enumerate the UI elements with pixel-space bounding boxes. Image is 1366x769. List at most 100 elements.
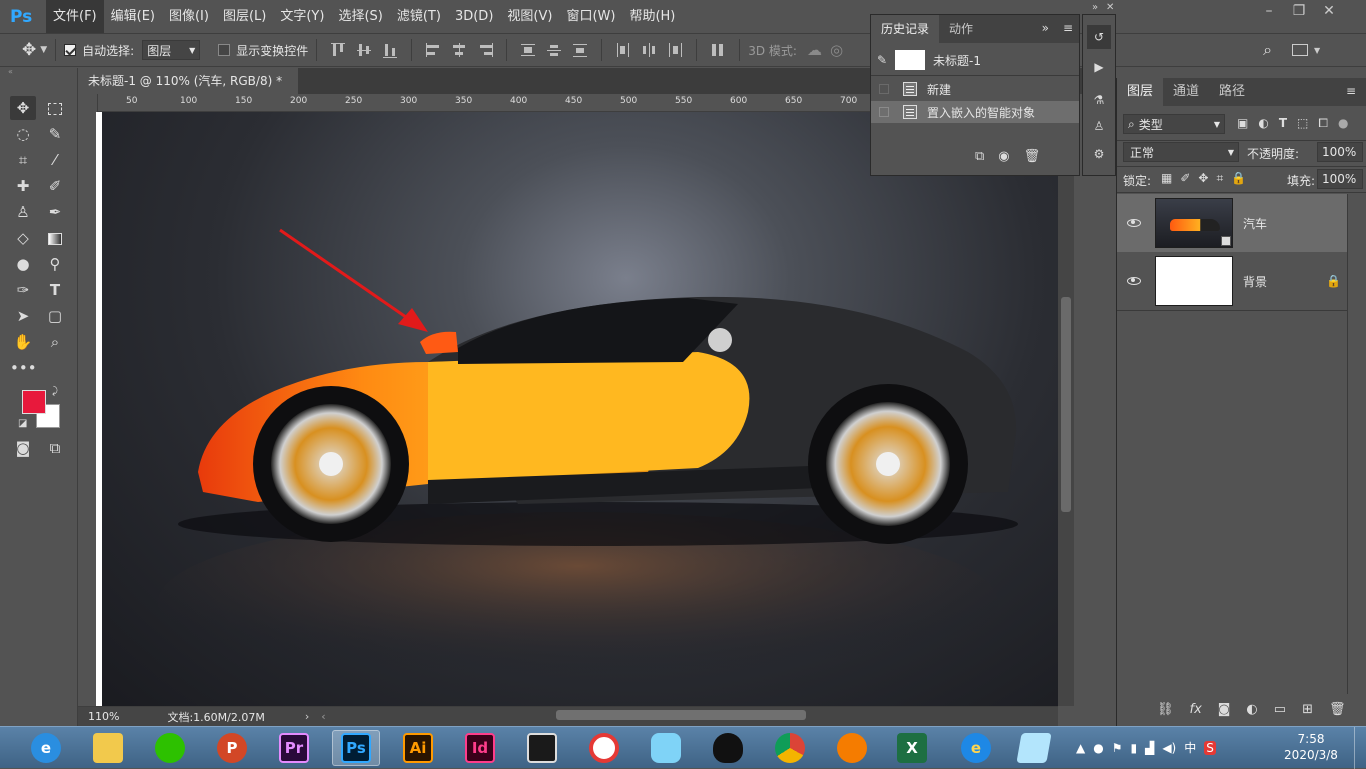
align-vcenter-icon[interactable] xyxy=(355,41,373,59)
show-transform-checkbox[interactable] xyxy=(218,44,231,56)
distribute-top-icon[interactable] xyxy=(519,41,537,59)
document-tab[interactable]: 未标题-1 @ 110% (汽车, RGB/8) * ✕ xyxy=(78,68,298,114)
scroll-left-icon[interactable]: ‹ xyxy=(321,710,325,723)
chevron-down-icon[interactable]: ▼ xyxy=(1314,46,1320,55)
hand-tool-icon[interactable]: ✋ xyxy=(10,330,36,354)
menu-window[interactable]: 窗口(W) xyxy=(559,0,622,33)
screen-mode-icon[interactable]: ⧉ xyxy=(42,436,68,460)
filter-pixel-icon[interactable]: ▣ xyxy=(1237,116,1248,131)
align-left-icon[interactable] xyxy=(424,41,442,59)
panel-collapse-icon[interactable]: « xyxy=(8,68,18,76)
visibility-eye-icon[interactable] xyxy=(1127,219,1141,227)
clone-source-icon[interactable]: ♙ xyxy=(1087,119,1111,141)
adjustment-layer-icon[interactable]: ◐ xyxy=(1246,702,1257,717)
type-tool-icon[interactable]: T xyxy=(42,278,68,302)
panel-menu-icon[interactable]: ≡ xyxy=(1063,21,1073,35)
ime-indicator[interactable]: 中 xyxy=(1184,739,1196,756)
3d-roll-icon[interactable]: ◎ xyxy=(830,41,843,59)
pen-tool-icon[interactable]: ✑ xyxy=(10,278,36,302)
quick-mask-icon[interactable]: ◙ xyxy=(10,436,36,460)
taskbar-app2[interactable] xyxy=(642,730,690,766)
layer-name[interactable]: 背景 xyxy=(1243,273,1267,290)
taskbar-photoshop[interactable]: Ps xyxy=(332,730,380,766)
auto-select-checkbox[interactable] xyxy=(64,44,77,56)
taskbar-excel[interactable]: X xyxy=(888,730,936,766)
swap-colors-icon[interactable]: ⤸ xyxy=(52,386,58,397)
marquee-tool-icon[interactable] xyxy=(42,96,68,120)
history-brush-tool-icon[interactable]: ✒ xyxy=(42,200,68,224)
taskbar-app[interactable] xyxy=(580,730,628,766)
show-desktop-button[interactable] xyxy=(1354,727,1366,769)
filter-shape-icon[interactable]: ⬚ xyxy=(1297,116,1308,131)
menu-3d[interactable]: 3D(D) xyxy=(448,0,500,33)
brush-settings-icon[interactable]: ⚗ xyxy=(1087,93,1111,115)
distribute-left-icon[interactable] xyxy=(614,41,632,59)
eraser-tool-icon[interactable]: ◇ xyxy=(10,226,36,250)
horizontal-scrollbar-thumb[interactable] xyxy=(556,710,806,720)
vertical-scrollbar[interactable] xyxy=(1058,112,1074,706)
canvas[interactable] xyxy=(98,112,1058,706)
filter-toggle-icon[interactable]: ● xyxy=(1338,116,1348,131)
taskbar-app4[interactable] xyxy=(1010,730,1058,766)
visibility-eye-icon[interactable] xyxy=(1127,277,1141,285)
taskbar-ie[interactable]: e xyxy=(952,730,1000,766)
sogou-ime-icon[interactable]: S xyxy=(1204,740,1216,755)
qq-tray-icon[interactable]: ● xyxy=(1093,741,1103,755)
layer-name[interactable]: 汽车 xyxy=(1243,215,1267,232)
eyedropper-tool-icon[interactable]: ⁄ xyxy=(42,148,68,172)
menu-view[interactable]: 视图(V) xyxy=(500,0,559,33)
history-snapshot[interactable]: ✎ 未标题-1 xyxy=(871,49,1079,71)
menu-layer[interactable]: 图层(L) xyxy=(216,0,273,33)
move-tool-icon[interactable]: ✥ xyxy=(22,40,36,60)
align-top-icon[interactable] xyxy=(329,41,347,59)
auto-align-icon[interactable] xyxy=(709,41,727,59)
blend-mode-dropdown[interactable]: 正常 ▼ xyxy=(1123,142,1239,162)
taskbar-app3[interactable] xyxy=(828,730,876,766)
panel-collapse-icon[interactable]: » xyxy=(1092,2,1098,13)
lock-position-icon[interactable]: ✥ xyxy=(1198,171,1208,186)
shape-tool-icon[interactable]: ▢ xyxy=(42,304,68,328)
history-item-selected[interactable]: 置入嵌入的智能对象 xyxy=(871,101,1079,123)
dodge-tool-icon[interactable]: ⚲ xyxy=(42,252,68,276)
lock-transparent-icon[interactable]: ▦ xyxy=(1161,171,1172,186)
history-item[interactable]: 新建 xyxy=(871,78,1079,100)
new-group-icon[interactable]: ▭ xyxy=(1274,702,1286,717)
tab-actions[interactable]: 动作 xyxy=(939,15,983,43)
menu-image[interactable]: 图像(I) xyxy=(162,0,216,33)
tab-layers[interactable]: 图层 xyxy=(1117,78,1164,106)
filter-adjustment-icon[interactable]: ◐ xyxy=(1258,116,1268,131)
tray-expand-icon[interactable]: ▲ xyxy=(1076,741,1085,755)
taskbar-indesign[interactable]: Id xyxy=(456,730,504,766)
taskbar-qq[interactable] xyxy=(704,730,752,766)
gradient-tool-icon[interactable] xyxy=(42,226,68,250)
lock-all-icon[interactable]: 🔒 xyxy=(1231,171,1246,186)
tab-paths[interactable]: 路径 xyxy=(1209,78,1255,106)
taskbar-wechat[interactable] xyxy=(146,730,194,766)
align-hcenter-icon[interactable] xyxy=(450,41,468,59)
distribute-right-icon[interactable] xyxy=(666,41,684,59)
crop-tool-icon[interactable]: ⌗ xyxy=(10,148,36,172)
foreground-color-swatch[interactable] xyxy=(22,390,46,414)
default-colors-icon[interactable]: ◪ xyxy=(18,418,27,429)
more-tools-icon[interactable]: ••• xyxy=(10,356,37,380)
taskbar-illustrator[interactable]: Ai xyxy=(394,730,442,766)
lock-pixels-icon[interactable]: ✐ xyxy=(1180,171,1190,186)
volume-tray-icon[interactable]: ◀) xyxy=(1162,741,1176,755)
layer-style-icon[interactable]: fx xyxy=(1190,702,1202,717)
filter-type-icon[interactable]: T xyxy=(1279,116,1287,131)
layer-row-selected[interactable]: 汽车 xyxy=(1117,194,1347,252)
network-tray-icon[interactable]: ⚑ xyxy=(1112,741,1123,755)
lasso-tool-icon[interactable]: ◌ xyxy=(10,122,36,146)
battery-tray-icon[interactable]: ▮ xyxy=(1130,741,1137,755)
taskbar-premiere[interactable]: Pr xyxy=(270,730,318,766)
chevron-down-icon[interactable]: ▼ xyxy=(40,45,47,55)
new-document-from-state-icon[interactable]: ⧉ xyxy=(975,149,984,164)
signal-tray-icon[interactable]: ▟ xyxy=(1145,741,1154,755)
zoom-tool-icon[interactable]: ⌕ xyxy=(42,330,68,354)
restore-button[interactable]: ❐ xyxy=(1284,0,1314,22)
quick-select-tool-icon[interactable]: ✎ xyxy=(42,122,68,146)
opacity-input[interactable]: 100% xyxy=(1317,142,1363,162)
delete-icon[interactable]: 🗑 xyxy=(1024,149,1041,164)
delete-icon[interactable]: 🗑 xyxy=(1329,702,1346,717)
auto-select-dropdown[interactable]: 图层 ▼ xyxy=(142,40,201,60)
